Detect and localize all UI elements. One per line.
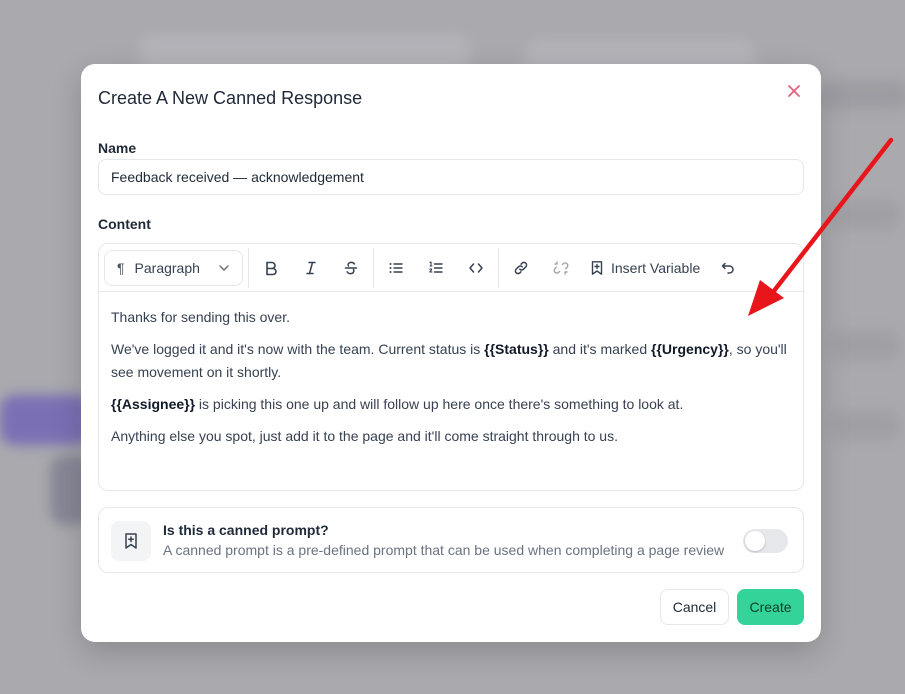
unlink-button[interactable] [541, 250, 581, 286]
link-icon [514, 261, 528, 274]
canned-prompt-card: Is this a canned prompt? A canned prompt… [98, 507, 804, 573]
italic-button[interactable] [291, 250, 331, 286]
toolbar-divider [248, 247, 249, 288]
code-icon [469, 262, 483, 273]
unlink-icon [553, 260, 569, 275]
bold-button[interactable] [251, 250, 291, 286]
paragraph-text: Thanks for sending this over. [111, 309, 290, 325]
cancel-button[interactable]: Cancel [660, 589, 729, 625]
paragraph-text: is picking this one up and will follow u… [195, 396, 684, 412]
create-button[interactable]: Create [737, 589, 804, 625]
ordered-list-icon [429, 260, 443, 273]
paragraph-text: and it's marked [548, 341, 652, 357]
ordered-list-button[interactable] [416, 250, 456, 286]
toolbar-divider [498, 247, 499, 288]
content-label: Content [98, 216, 151, 232]
code-button[interactable] [456, 250, 496, 286]
undo-icon [721, 262, 734, 274]
paragraph-style-label: Paragraph [134, 259, 200, 276]
paragraph-style-select[interactable]: ¶ Paragraph [104, 249, 243, 286]
canned-prompt-title: Is this a canned prompt? [163, 522, 329, 538]
strikethrough-button[interactable] [331, 250, 371, 286]
chevron-down-icon [218, 262, 230, 274]
content-editor: ¶ Paragraph Insert Variable Thanks for s… [98, 243, 804, 491]
toolbar-divider [373, 247, 374, 288]
create-canned-response-modal: Create A New Canned Response Name Conten… [81, 64, 821, 642]
close-icon [788, 85, 800, 97]
bookmark-plus-icon [111, 521, 151, 561]
strikethrough-icon [344, 261, 358, 274]
urgency-variable-token: {{Urgency}} [651, 341, 729, 357]
insert-variable-button[interactable]: Insert Variable [581, 250, 708, 286]
bookmark-plus-icon [591, 260, 603, 275]
editor-toolbar: ¶ Paragraph Insert Variable [99, 244, 803, 292]
editor-paragraph: {{Assignee}} is picking this one up and … [111, 393, 791, 416]
name-input[interactable] [98, 159, 804, 195]
assignee-variable-token: {{Assignee}} [111, 396, 196, 412]
editor-paragraph: We've logged it and it's now with the te… [111, 338, 791, 384]
link-button[interactable] [501, 250, 541, 286]
paragraph-text: We've logged it and it's now with the te… [111, 341, 485, 357]
name-label: Name [98, 140, 137, 156]
close-button[interactable] [783, 80, 805, 102]
bullet-list-icon [389, 262, 403, 273]
status-variable-token: {{Status}} [484, 341, 549, 357]
paragraph-text: Anything else you spot, just add it to t… [111, 428, 618, 444]
pilcrow-icon: ¶ [117, 259, 125, 276]
bold-icon [266, 261, 277, 275]
undo-button[interactable] [708, 250, 748, 286]
editor-content-area[interactable]: Thanks for sending this over. We've logg… [111, 306, 791, 457]
canned-prompt-toggle[interactable] [743, 529, 788, 553]
modal-title: Create A New Canned Response [98, 88, 363, 108]
editor-paragraph: Anything else you spot, just add it to t… [111, 425, 791, 448]
insert-variable-label: Insert Variable [611, 259, 701, 276]
italic-icon [306, 261, 316, 274]
toggle-knob [745, 531, 765, 551]
canned-prompt-description: A canned prompt is a pre-defined prompt … [163, 542, 725, 558]
editor-paragraph: Thanks for sending this over. [111, 306, 791, 329]
bullet-list-button[interactable] [376, 250, 416, 286]
